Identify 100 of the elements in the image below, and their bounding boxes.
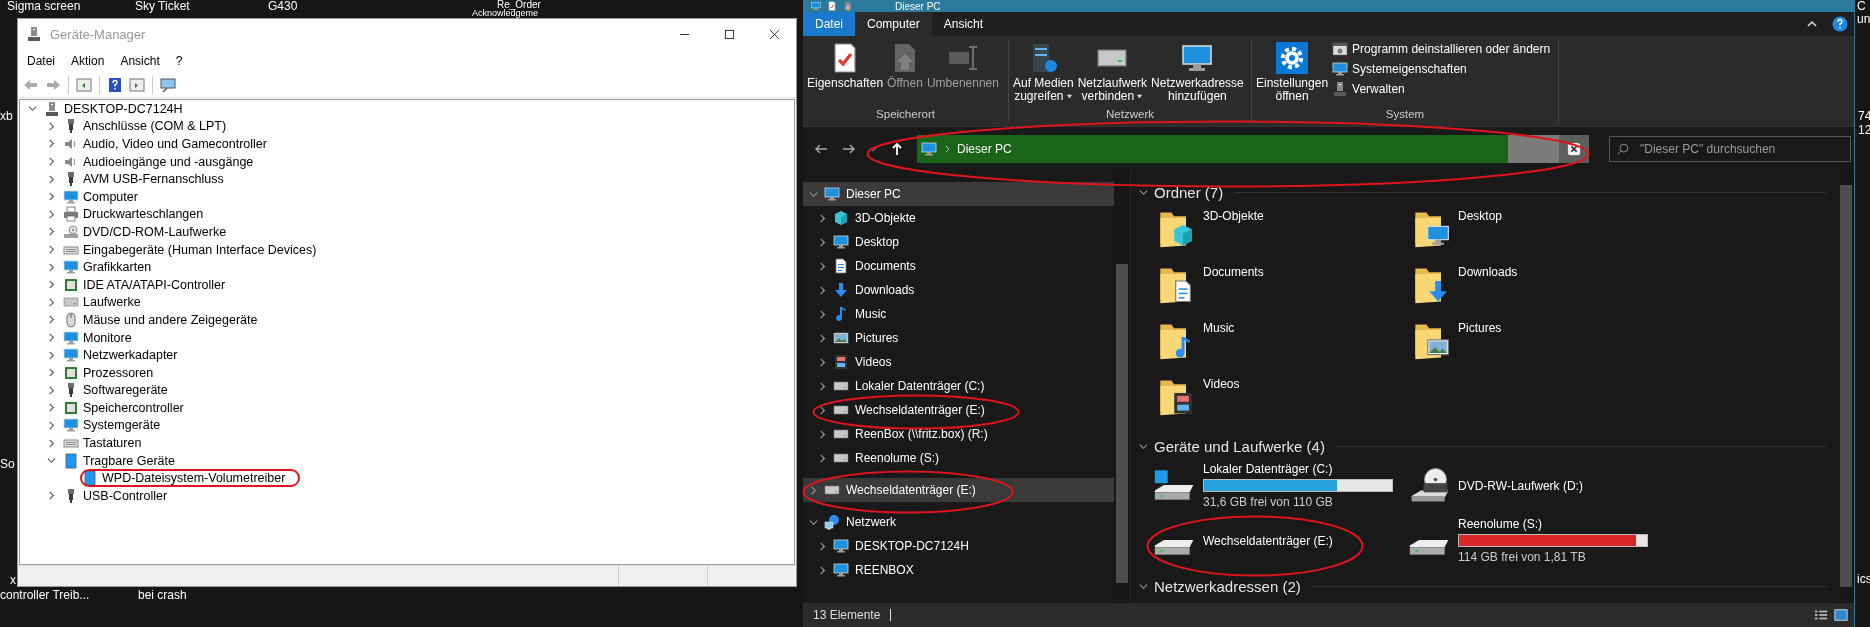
checklist-icon[interactable] [827, 1, 837, 11]
chevron-icon[interactable] [46, 139, 56, 149]
tree-item[interactable]: Grafikkarten [83, 260, 152, 275]
nav-item[interactable]: DESKTOP-DC7124H [803, 534, 1114, 558]
chevron-icon[interactable] [46, 209, 56, 219]
chevron-icon[interactable] [46, 227, 56, 237]
nav-item[interactable]: Pictures [803, 326, 1114, 350]
chevron-icon[interactable] [46, 315, 56, 325]
tree-item[interactable]: Anschlüsse (COM & LPT) [83, 119, 227, 134]
tree-item[interactable]: Eingabegeräte (Human Interface Devices) [83, 242, 317, 257]
chevron-icon[interactable] [46, 350, 56, 360]
tree-item[interactable]: IDE ATA/ATAPI-Controller [83, 277, 226, 292]
ribbon-button[interactable]: Netzwerkadresse hinzufügen [1149, 40, 1246, 107]
tree-item[interactable]: AVM USB-Fernanschluss [83, 172, 224, 187]
chevron-icon[interactable] [818, 429, 827, 439]
chevron-icon[interactable] [46, 456, 56, 466]
tree-item[interactable]: Laufwerke [83, 295, 141, 310]
ribbon-button[interactable]: Netzlaufwerk verbinden [1075, 40, 1150, 107]
ribbon-tab[interactable]: Computer [855, 12, 932, 36]
caret-icon[interactable] [869, 145, 877, 153]
ribbon-button[interactable]: Auf Medien zugreifen [1011, 40, 1076, 107]
chevron-icon[interactable] [46, 280, 56, 290]
panel-icon[interactable] [75, 76, 93, 94]
chevron-icon[interactable] [46, 491, 56, 501]
ribbon-button[interactable]: Eigenschaften [805, 40, 886, 107]
tiles-view-icon[interactable] [1834, 608, 1848, 622]
file-open-icon[interactable] [843, 1, 853, 11]
address-path[interactable]: Dieser PC [957, 142, 1012, 156]
tree-item[interactable]: DVD/CD-ROM-Laufwerke [83, 224, 227, 239]
section-header[interactable]: Netzwerkadressen (2) [1154, 577, 1301, 595]
desktop-label[interactable]: controller Treib... [0, 589, 90, 602]
help-icon[interactable] [1832, 16, 1848, 32]
nav-item[interactable]: Netzwerk [803, 510, 1114, 534]
chevron-icon[interactable] [46, 403, 56, 413]
ribbon-button[interactable]: Verwalten [1330, 80, 1553, 98]
chevron-icon[interactable] [818, 453, 827, 463]
nav-item[interactable]: Reenolume (S:) [803, 446, 1114, 470]
tree-item[interactable]: DESKTOP-DC7124H [64, 101, 183, 116]
tree-item[interactable]: USB-Controller [83, 488, 168, 503]
chevron-icon[interactable] [46, 368, 56, 378]
chevron-icon[interactable] [27, 104, 37, 114]
chevron-icon[interactable] [46, 121, 56, 131]
item-name[interactable]: DVD-RW-Laufwerk (D:) [1458, 478, 1583, 493]
monitor-scan-icon[interactable] [159, 76, 177, 94]
ribbon-button[interactable]: Systemeigenschaften [1330, 60, 1553, 78]
maximize-icon[interactable] [724, 28, 735, 40]
chevron-icon[interactable] [46, 438, 56, 448]
chevron-icon[interactable] [1139, 581, 1148, 591]
nav-item[interactable]: Lokaler Datenträger (C:) [803, 374, 1114, 398]
desktop-label[interactable]: Re_Order [497, 0, 541, 9]
chevron-icon[interactable] [46, 245, 56, 255]
chevron-icon[interactable] [46, 421, 56, 430]
chevron-icon[interactable] [818, 405, 827, 415]
tree-item[interactable]: Prozessoren [83, 365, 154, 380]
nav-item[interactable]: Music [803, 302, 1114, 326]
chevron-icon[interactable] [46, 333, 56, 342]
chevron-icon[interactable] [46, 262, 56, 272]
chevron-icon[interactable] [46, 157, 56, 167]
tree-item[interactable]: Druckwarteschlangen [83, 207, 204, 222]
chevron-icon[interactable] [46, 192, 56, 202]
chevron-icon[interactable] [818, 333, 827, 343]
desktop-label[interactable]: So [0, 458, 15, 471]
ribbon-tab[interactable]: Ansicht [931, 12, 996, 36]
chevron-icon[interactable] [818, 285, 827, 295]
item-name[interactable]: 3D-Objekte [1203, 209, 1264, 223]
desktop-label[interactable]: bei crash [138, 589, 187, 602]
item-name[interactable]: Downloads [1458, 265, 1518, 279]
chevron-icon[interactable] [818, 309, 827, 319]
nav-item[interactable]: Documents [803, 254, 1114, 278]
search-field[interactable]: "Dieser PC" durchsuchen [1609, 136, 1851, 162]
item-name[interactable]: Wechseldatenträger (E:) [1203, 533, 1333, 548]
chevron-icon[interactable] [46, 174, 56, 184]
menu-item[interactable]: Aktion [71, 54, 105, 68]
desktop-label[interactable]: un [1857, 13, 1870, 26]
tree-item[interactable]: Tragbare Geräte [83, 453, 175, 468]
help-icon[interactable] [106, 76, 124, 94]
tree-item[interactable]: Audio, Video und Gamecontroller [83, 137, 267, 151]
chevron-icon[interactable] [809, 517, 818, 527]
nav-item[interactable]: Downloads [803, 278, 1114, 302]
close-icon[interactable] [769, 28, 780, 40]
tree-item[interactable]: Systemgeräte [83, 418, 161, 433]
tree-item[interactable]: Computer [83, 189, 138, 204]
chevron-icon[interactable] [818, 213, 827, 223]
chevron-icon[interactable] [809, 485, 818, 495]
ribbon-tab[interactable]: Datei [803, 12, 855, 36]
section-header[interactable]: Ordner (7) [1154, 183, 1224, 201]
chevron-icon[interactable] [818, 237, 827, 247]
ribbon-button[interactable]: Programm deinstallieren oder ändern [1330, 40, 1553, 58]
desktop-label[interactable]: Acknowledgeme [472, 9, 539, 18]
chevron-icon[interactable] [46, 297, 56, 307]
menu-item[interactable]: ? [175, 54, 183, 68]
item-name[interactable]: Videos [1203, 377, 1240, 391]
desktop-label[interactable]: C [1857, 0, 1866, 13]
tree-item[interactable]: Mäuse und andere Zeigegeräte [83, 312, 258, 327]
address-bar[interactable]: Dieser PC [917, 135, 1559, 163]
ribbon-button[interactable]: Einstellungen öffnen [1254, 40, 1331, 107]
desktop-label[interactable]: 12 [1858, 124, 1870, 137]
chevron-icon[interactable] [1139, 187, 1148, 197]
tree-item[interactable]: Softwaregeräte [83, 383, 168, 398]
chevron-icon[interactable] [818, 261, 827, 271]
